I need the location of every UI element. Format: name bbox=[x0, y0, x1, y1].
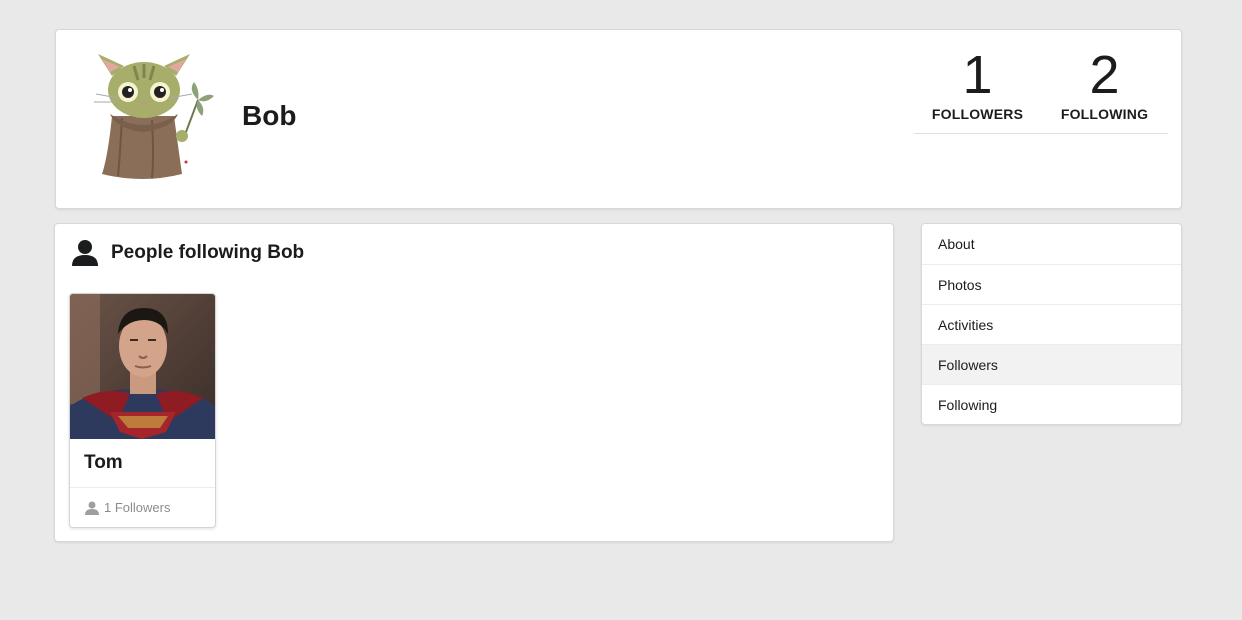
followers-panel: People following Bob Tom 1 Followers bbox=[54, 223, 894, 542]
menu-item-label: About bbox=[938, 236, 975, 252]
menu-item-label: Activities bbox=[938, 316, 994, 333]
following-label: FOLLOWING bbox=[1060, 106, 1149, 122]
user-icon bbox=[72, 240, 98, 266]
followers-count: 1 bbox=[962, 45, 993, 105]
follower-meta: 1 Followers bbox=[70, 487, 215, 527]
menu-item-following[interactable]: Following bbox=[922, 384, 1181, 424]
user-icon bbox=[85, 501, 99, 515]
following-stat[interactable]: 2 FOLLOWING bbox=[1041, 46, 1168, 122]
profile-name: Bob bbox=[242, 100, 297, 131]
followers-stat[interactable]: 1 FOLLOWERS bbox=[914, 46, 1041, 122]
panel-header: People following Bob bbox=[71, 238, 304, 268]
menu-item-activities[interactable]: Activities bbox=[922, 304, 1181, 344]
followers-label: FOLLOWERS bbox=[931, 106, 1024, 122]
profile-header: Bob 1 FOLLOWERS 2 FOLLOWING bbox=[55, 29, 1182, 209]
profile-menu: About Photos Activities Followers Follow… bbox=[921, 223, 1182, 425]
following-count: 2 bbox=[1089, 45, 1120, 105]
menu-item-about[interactable]: About bbox=[922, 224, 1181, 264]
follower-count-text: 1 Followers bbox=[104, 500, 171, 515]
menu-item-followers[interactable]: Followers bbox=[922, 344, 1181, 384]
menu-item-label: Followers bbox=[938, 356, 998, 373]
follower-card[interactable]: Tom 1 Followers bbox=[69, 293, 216, 528]
menu-item-photos[interactable]: Photos bbox=[922, 264, 1181, 304]
follower-photo[interactable] bbox=[70, 294, 215, 439]
avatar[interactable] bbox=[82, 46, 222, 186]
menu-item-label: Following bbox=[938, 396, 998, 413]
panel-title: People following Bob bbox=[111, 242, 305, 263]
follower-name[interactable]: Tom bbox=[84, 452, 123, 474]
menu-item-label: Photos bbox=[938, 276, 982, 293]
profile-stats: 1 FOLLOWERS 2 FOLLOWING bbox=[914, 46, 1168, 134]
